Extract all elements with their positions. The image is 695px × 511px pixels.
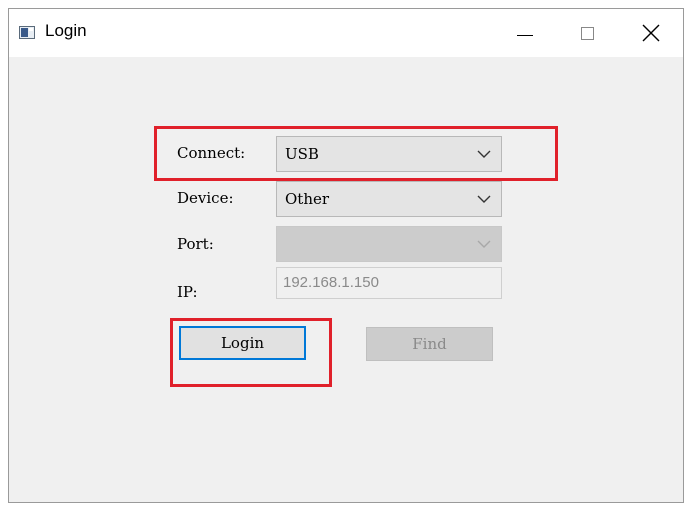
title-bar[interactable]: Login — [9, 9, 683, 57]
app-window-icon — [19, 26, 35, 39]
ip-field[interactable]: 192.168.1.150 — [276, 267, 502, 299]
port-select[interactable] — [276, 226, 502, 262]
minimize-icon — [517, 34, 533, 36]
connect-highlight-box — [154, 126, 558, 181]
chevron-down-icon — [477, 240, 491, 248]
close-icon — [642, 24, 660, 42]
ip-label: IP: — [177, 283, 198, 301]
maximize-icon — [580, 26, 594, 40]
device-label: Device: — [177, 189, 234, 207]
device-select-value: Other — [285, 190, 330, 208]
login-highlight-box — [170, 318, 332, 387]
window-title: Login — [45, 21, 87, 40]
maximize-button[interactable] — [561, 9, 613, 57]
device-select[interactable]: Other — [276, 181, 502, 217]
find-button[interactable]: Find — [366, 327, 493, 361]
chevron-down-icon — [477, 195, 491, 203]
minimize-button[interactable] — [499, 9, 551, 57]
port-label: Port: — [177, 235, 214, 253]
close-button[interactable] — [625, 9, 677, 57]
